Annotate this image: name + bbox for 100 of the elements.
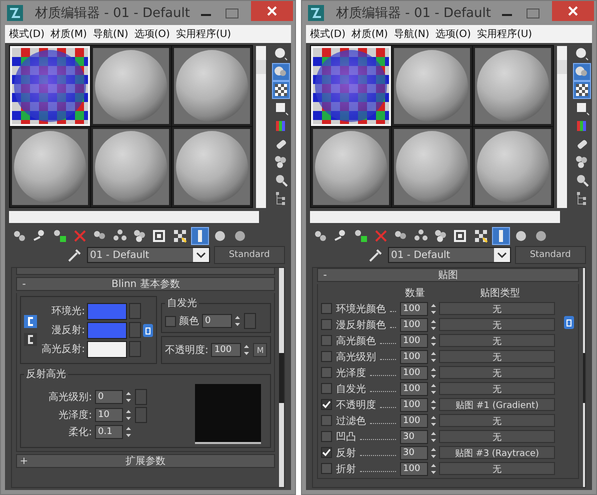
spinner-arrows-icon[interactable]	[430, 430, 437, 442]
number-field[interactable]: 0.1	[95, 425, 123, 439]
checkbox[interactable]	[321, 383, 332, 394]
menu-item[interactable]: 选项(O)	[134, 27, 170, 41]
sphere-preview[interactable]	[10, 127, 90, 207]
scrollbar[interactable]	[557, 46, 567, 208]
sphere-preview[interactable]	[91, 46, 171, 126]
checkbox[interactable]	[321, 351, 332, 362]
menu-item[interactable]: 材质(M)	[352, 27, 388, 41]
number-field[interactable]: 100	[400, 366, 428, 380]
spinner-arrows-icon[interactable]	[430, 350, 437, 362]
backlight-icon[interactable]	[272, 63, 290, 81]
material-name-dropdown[interactable]: 01 - Default	[87, 247, 210, 263]
spinner-arrows-icon[interactable]	[430, 318, 437, 330]
rollout-header[interactable]: - 贴图	[317, 268, 579, 282]
sphere-icon[interactable]	[573, 45, 591, 63]
material-name-dropdown[interactable]: 01 - Default	[388, 247, 511, 263]
number-field[interactable]: 30	[400, 446, 428, 460]
spinner-arrows-icon[interactable]	[430, 398, 437, 410]
number-field[interactable]: 100	[400, 398, 428, 412]
checkbox[interactable]	[321, 303, 332, 314]
number-field[interactable]: 30	[400, 430, 428, 444]
scrollbar[interactable]	[9, 211, 259, 223]
checker-icon[interactable]	[472, 227, 490, 245]
menu-item[interactable]: 材质(M)	[50, 27, 87, 41]
spinner-arrows-icon[interactable]	[430, 414, 437, 426]
sphere-icon[interactable]	[272, 45, 290, 63]
checkbox[interactable]	[321, 431, 332, 442]
spinner-arrows-icon[interactable]	[430, 302, 437, 314]
menu-item[interactable]: 实用程序(U)	[176, 27, 232, 41]
scrollbar[interactable]	[583, 268, 585, 487]
close-button[interactable]	[552, 1, 594, 21]
scrollbar[interactable]	[279, 268, 284, 487]
lock-icon[interactable]	[24, 314, 37, 328]
menu-item[interactable]: 导航(N)	[92, 27, 128, 41]
checkbox[interactable]	[321, 367, 332, 378]
scrollbar[interactable]	[256, 46, 266, 208]
sphere-preview[interactable]	[473, 46, 553, 126]
map-button[interactable]: 贴图 #1 (Gradient)	[439, 398, 555, 411]
number-field[interactable]: 100	[400, 350, 428, 364]
checkbox[interactable]	[321, 447, 332, 458]
map-button[interactable]: 贴图 #3 (Raytrace)	[439, 446, 555, 459]
backlight-icon[interactable]	[573, 63, 591, 81]
checkbox[interactable]	[321, 415, 332, 426]
assign-icon[interactable]	[352, 227, 370, 245]
number-field[interactable]: 100	[211, 343, 242, 357]
checker-icon[interactable]	[573, 81, 591, 99]
menu-item[interactable]: 选项(O)	[435, 27, 471, 41]
number-field[interactable]: 10	[95, 408, 123, 422]
material-type-button[interactable]: Standard	[514, 246, 586, 264]
sphere-preview[interactable]	[473, 127, 553, 207]
map-button[interactable]: 无	[439, 334, 555, 347]
menu-item[interactable]: 导航(N)	[394, 27, 430, 41]
checkbox[interactable]	[321, 399, 332, 410]
number-field[interactable]: 100	[400, 414, 428, 428]
menu-item[interactable]: 模式(D)	[9, 27, 45, 41]
material-type-button[interactable]: Standard	[214, 246, 285, 264]
spinner-arrows-icon[interactable]	[430, 334, 437, 346]
assign-icon[interactable]	[51, 227, 69, 245]
checker-icon[interactable]	[171, 227, 189, 245]
checkbox[interactable]	[321, 463, 332, 474]
map-button[interactable]: 无	[439, 302, 555, 315]
eyedropper-icon[interactable]	[368, 247, 384, 263]
close-button[interactable]	[251, 1, 293, 21]
checkbox[interactable]	[165, 316, 176, 326]
number-field[interactable]: 100	[400, 318, 428, 332]
rollout-header[interactable]: - Blinn 基本参数	[16, 277, 276, 291]
checkbox[interactable]	[321, 319, 332, 330]
lock-icon[interactable]	[564, 316, 574, 329]
spinner-arrows-icon[interactable]	[125, 391, 132, 403]
spinner-arrows-icon[interactable]	[234, 315, 241, 327]
bar-icon[interactable]	[492, 227, 510, 245]
scrollbar[interactable]	[310, 211, 560, 223]
eyedropper-icon[interactable]	[67, 247, 83, 263]
lock-icon[interactable]	[24, 332, 37, 346]
rollout-header[interactable]: + 扩展参数	[16, 454, 276, 468]
map-button[interactable]: M	[253, 343, 268, 357]
spinner-arrows-icon[interactable]	[243, 344, 250, 356]
number-field[interactable]: 0	[202, 314, 232, 328]
spinner-arrows-icon[interactable]	[430, 446, 437, 458]
spinner-arrows-icon[interactable]	[430, 382, 437, 394]
color-swatch[interactable]	[87, 322, 127, 338]
bar-icon[interactable]	[191, 227, 209, 245]
number-field[interactable]: 100	[400, 382, 428, 396]
map-button[interactable]: 无	[439, 462, 555, 475]
spinner-arrows-icon[interactable]	[430, 462, 437, 474]
map-button[interactable]: 无	[439, 318, 555, 331]
number-field[interactable]: 100	[400, 462, 428, 476]
number-field[interactable]: 0	[95, 390, 123, 404]
color-swatch[interactable]	[87, 340, 127, 358]
menu-item[interactable]: 模式(D)	[310, 27, 346, 41]
map-button[interactable]: 无	[439, 366, 555, 379]
menu-item[interactable]: 实用程序(U)	[476, 27, 532, 41]
sphere-preview[interactable]	[311, 127, 391, 207]
lock-icon[interactable]	[143, 324, 153, 336]
sphere-preview[interactable]	[392, 127, 472, 207]
map-button[interactable]: 无	[439, 350, 555, 363]
map-button[interactable]: 无	[439, 414, 555, 427]
spinner-arrows-icon[interactable]	[430, 366, 437, 378]
sphere-preview[interactable]	[392, 46, 472, 126]
